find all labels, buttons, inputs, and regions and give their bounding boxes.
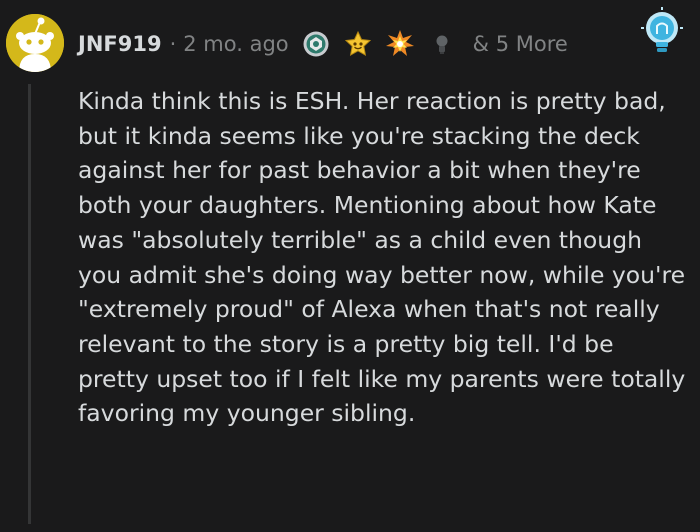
comment-body: Kinda think this is ESH. Her reaction is…	[78, 87, 686, 428]
username[interactable]: JNF919	[78, 32, 162, 56]
thread-line[interactable]	[28, 84, 31, 524]
wholesome-award-icon[interactable]	[343, 29, 373, 59]
more-awards-link[interactable]: & 5 More	[473, 32, 568, 56]
snoo-avatar-icon	[6, 14, 64, 72]
lightbulb-flair-icon	[640, 6, 684, 60]
mind-blown-award-icon[interactable]	[385, 29, 415, 59]
lightbulb-dark-award-icon[interactable]	[427, 29, 457, 59]
timestamp[interactable]: 2 mo. ago	[183, 32, 288, 56]
comment-header: JNF919 · 2 mo. ago & 5 More	[78, 26, 568, 62]
separator-dot: ·	[169, 32, 177, 56]
silver-award-icon[interactable]	[301, 29, 331, 59]
avatar[interactable]	[6, 14, 64, 72]
